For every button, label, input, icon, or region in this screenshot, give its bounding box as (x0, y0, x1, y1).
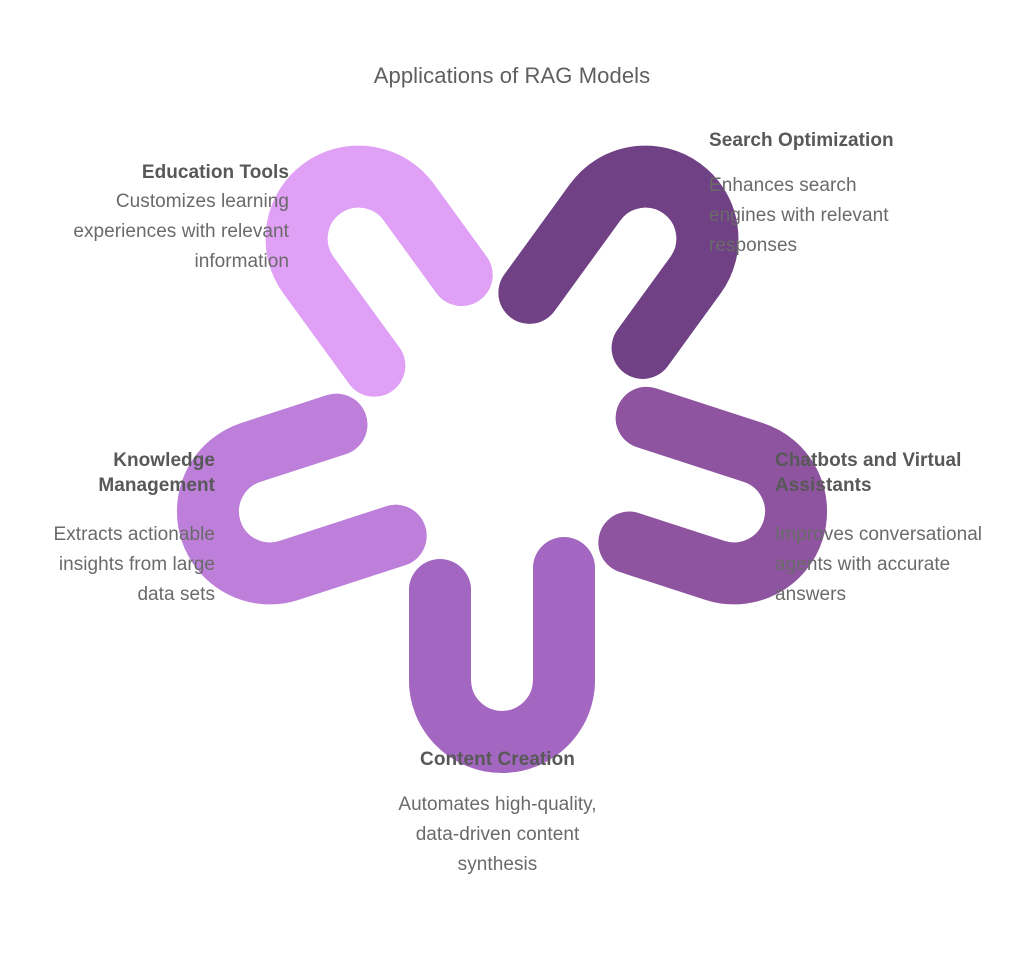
knot-overlap-content-over-neighbours (409, 576, 595, 726)
node-search-optimization: Search Optimization Enhances search engi… (709, 128, 924, 261)
node-search-optimization-description: Enhances search engines with relevant re… (709, 175, 889, 257)
node-chatbots-heading: Chatbots and Virtual Assistants (775, 450, 962, 497)
node-chatbots-and-virtual-assistants: Chatbots and Virtual Assistants Improves… (775, 448, 997, 610)
node-education-tools-heading: Education Tools (141, 162, 289, 183)
knot-svg (262, 178, 742, 708)
node-education-tools: Education Tools Customizes learning expe… (64, 160, 289, 277)
infographic-canvas: Applications of RAG Models Education Too… (0, 0, 1024, 978)
node-search-optimization-heading: Search Optimization (709, 130, 894, 151)
knot-segment-knowledge-management (192, 418, 396, 590)
node-chatbots-description: Improves conversational agents with accu… (775, 524, 983, 606)
node-knowledge-management: Knowledge Management Extracts actionable… (18, 448, 215, 610)
node-content-creation: Content Creation Automates high-quality,… (385, 747, 610, 880)
node-knowledge-management-heading: Knowledge Management (98, 450, 215, 497)
node-education-tools-description: Customizes learning experiences with rel… (73, 191, 289, 273)
node-content-creation-heading: Content Creation (420, 749, 575, 770)
knot-graphic (262, 178, 742, 708)
node-content-creation-description: Automates high-quality, data-driven cont… (398, 794, 597, 876)
node-knowledge-management-description: Extracts actionable insights from large … (53, 524, 215, 606)
page-title: Applications of RAG Models (373, 63, 651, 88)
